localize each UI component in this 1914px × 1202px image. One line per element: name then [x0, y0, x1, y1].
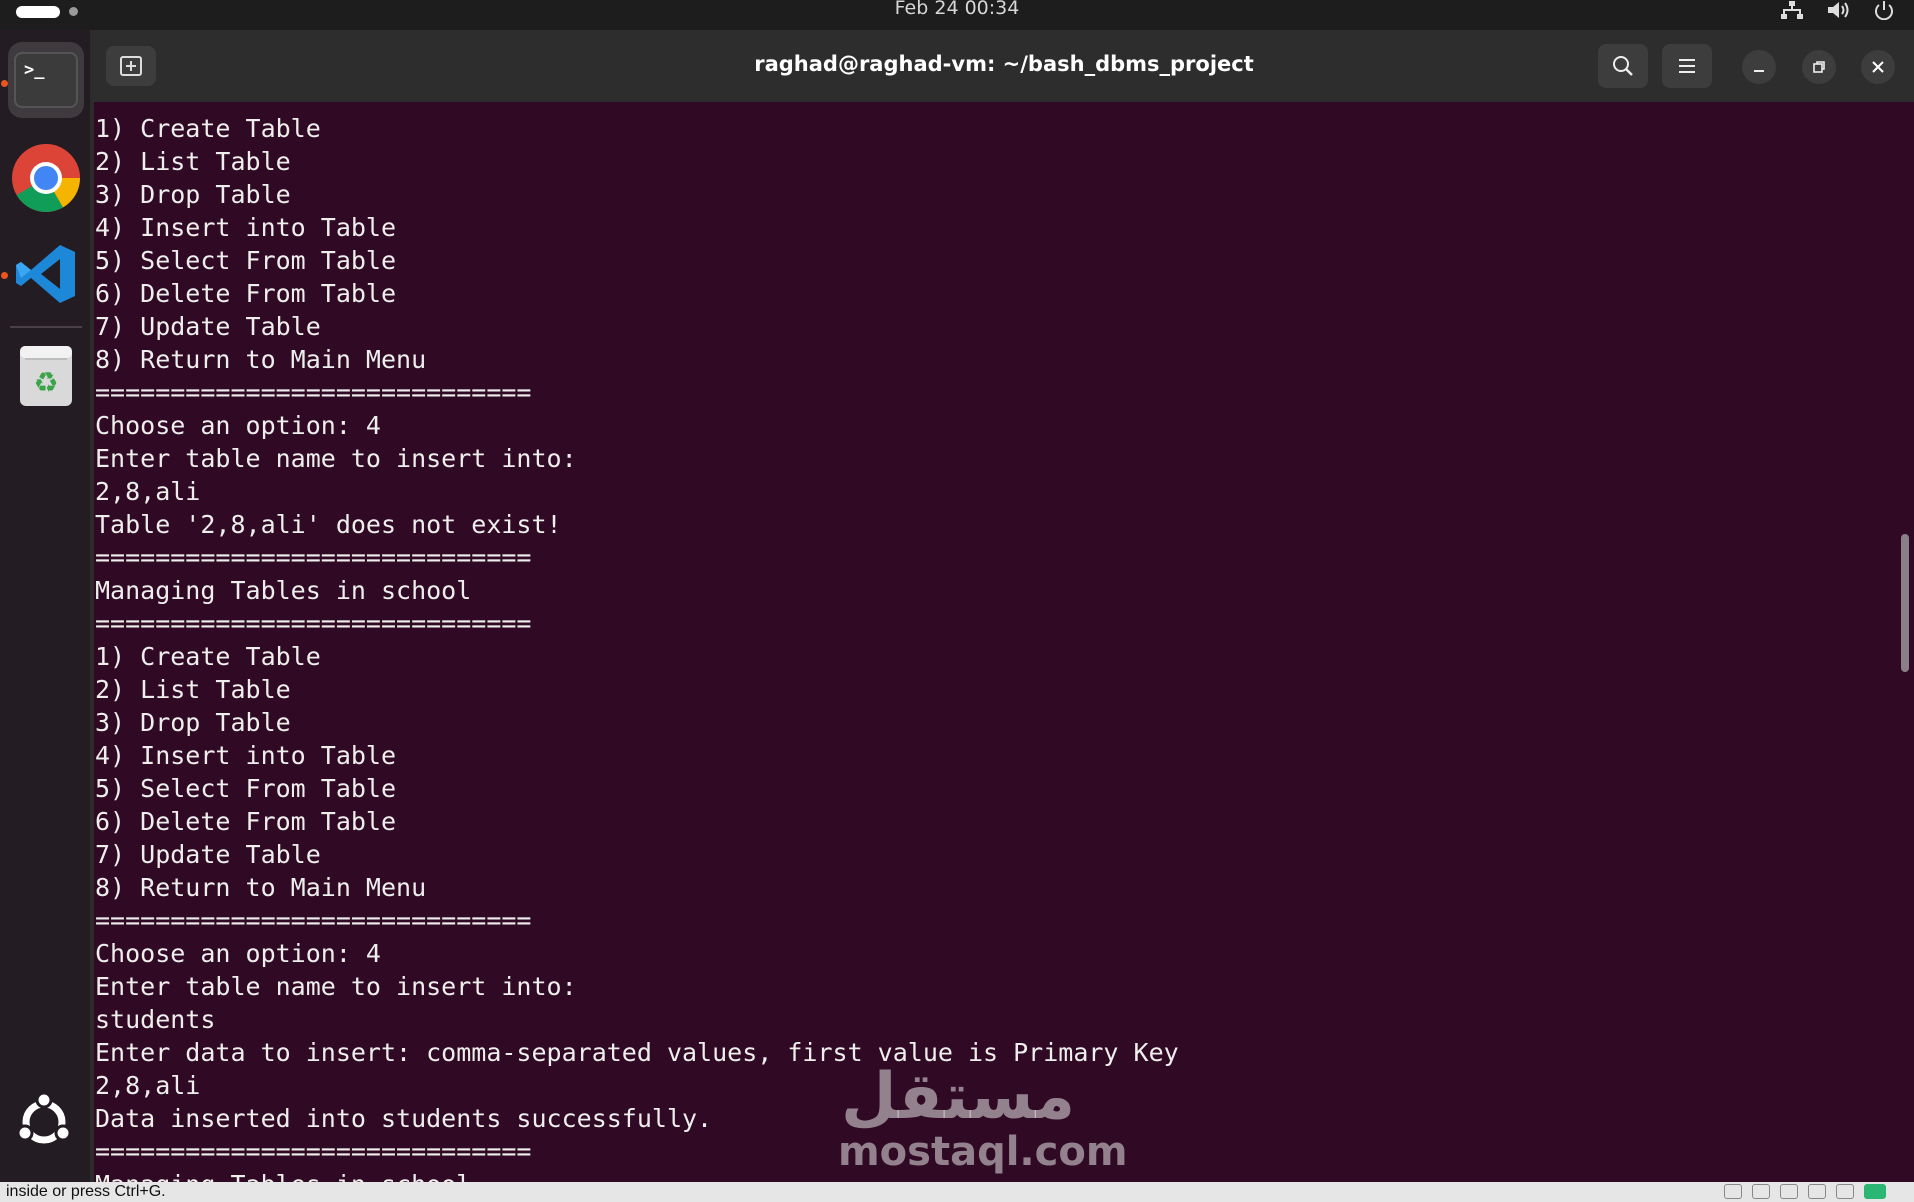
ubuntu-logo-icon: [16, 1091, 72, 1144]
dock-trash[interactable]: ♻: [8, 336, 84, 412]
terminal-lines: 1) Create Table 2) List Table 3) Drop Tabl…: [95, 112, 1179, 1182]
network-adapter-icon: [1808, 1184, 1826, 1199]
chrome-icon: [12, 144, 80, 212]
terminal-line: 5) Select From Table: [95, 774, 397, 803]
terminal-line: =============================: [95, 906, 532, 935]
terminal-line: 7) Update Table: [95, 840, 321, 869]
close-button[interactable]: [1861, 50, 1895, 84]
terminal-line: 2,8,ali: [95, 477, 201, 506]
power-icon: [1875, 1, 1893, 20]
terminal-line: 6) Delete From Table: [95, 807, 397, 836]
terminal-line: Choose an option: 4: [95, 411, 381, 440]
terminal-scrollbar[interactable]: [1901, 534, 1909, 672]
dock-separator: [10, 326, 82, 328]
vscode-icon: [16, 245, 75, 303]
terminal-line: 4) Insert into Table: [95, 213, 397, 242]
terminal-output[interactable]: 1) Create Table 2) List Table 3) Drop Tabl…: [94, 102, 1914, 1182]
hdd-icon: [1724, 1184, 1742, 1199]
watermark-latin: mostaql.com: [838, 1129, 1128, 1175]
svg-text:♻: ♻: [33, 366, 58, 399]
host-key-icon: [1864, 1184, 1886, 1199]
terminal-line: Managing Tables in school: [95, 576, 472, 605]
watermark-arabic: مستقل: [840, 1060, 1076, 1134]
terminal-icon: >_: [14, 52, 78, 108]
terminal-line: Enter table name to insert into:: [95, 444, 577, 473]
dock-chrome[interactable]: [8, 140, 84, 216]
terminal-line: 5) Select From Table: [95, 246, 397, 275]
menu-button[interactable]: [1662, 44, 1712, 88]
terminal-line: 3) Drop Table: [95, 180, 291, 209]
clock[interactable]: Feb 24 00:34: [0, 0, 1914, 18]
trash-icon: ♻: [20, 346, 72, 406]
system-tray[interactable]: [1780, 0, 1896, 20]
restore-icon: [1813, 61, 1825, 73]
terminal-line: Table '2,8,ali' does not exist!: [95, 510, 562, 539]
minimize-button[interactable]: [1742, 50, 1776, 84]
terminal-line: 2) List Table: [95, 147, 291, 176]
terminal-line: 4) Insert into Table: [95, 741, 397, 770]
terminal-line: students: [95, 1005, 216, 1034]
top-bar: Feb 24 00:34: [0, 0, 1914, 30]
terminal-line: 3) Drop Table: [95, 708, 291, 737]
terminal-line: =============================: [95, 543, 532, 572]
terminal-window: raghad@raghad-vm: ~/bash_dbms_project 1)…: [94, 30, 1914, 1182]
terminal-running-indicator: [1, 80, 8, 87]
terminal-line: 8) Return to Main Menu: [95, 345, 427, 374]
minimize-icon: [1754, 70, 1764, 72]
hamburger-menu-icon: [1679, 59, 1695, 73]
volume-icon: [1828, 2, 1849, 18]
terminal-line: Enter table name to insert into:: [95, 972, 577, 1001]
search-icon: [1613, 56, 1633, 76]
terminal-line: 1) Create Table: [95, 114, 321, 143]
usb-icon: [1836, 1184, 1854, 1199]
status-hint: inside or press Ctrl+G.: [6, 1183, 166, 1200]
audio-icon: [1780, 1184, 1798, 1199]
terminal-line: =============================: [95, 609, 532, 638]
status-icons: [1724, 1184, 1886, 1199]
watermark: مستقل mostaql.com: [838, 1060, 1128, 1175]
vscode-running-indicator: [1, 272, 8, 279]
window-titlebar[interactable]: raghad@raghad-vm: ~/bash_dbms_project: [94, 30, 1914, 102]
terminal-line: 2) List Table: [95, 675, 291, 704]
dock: >_ ♻: [0, 30, 90, 1182]
restore-button[interactable]: [1802, 50, 1836, 84]
dock-show-apps[interactable]: [12, 1090, 76, 1154]
search-button[interactable]: [1598, 44, 1648, 88]
close-icon: [1872, 61, 1884, 73]
terminal-line: 7) Update Table: [95, 312, 321, 341]
dock-vscode[interactable]: [8, 236, 84, 312]
terminal-line: =============================: [95, 378, 532, 407]
terminal-line: Choose an option: 4: [95, 939, 381, 968]
network-icon: [1781, 1, 1803, 19]
terminal-line: 8) Return to Main Menu: [95, 873, 427, 902]
cd-icon: [1752, 1184, 1770, 1199]
terminal-line: 1) Create Table: [95, 642, 321, 671]
host-status-bar: inside or press Ctrl+G.: [0, 1182, 1914, 1202]
terminal-line: 6) Delete From Table: [95, 279, 397, 308]
dock-terminal[interactable]: >_: [8, 42, 84, 118]
